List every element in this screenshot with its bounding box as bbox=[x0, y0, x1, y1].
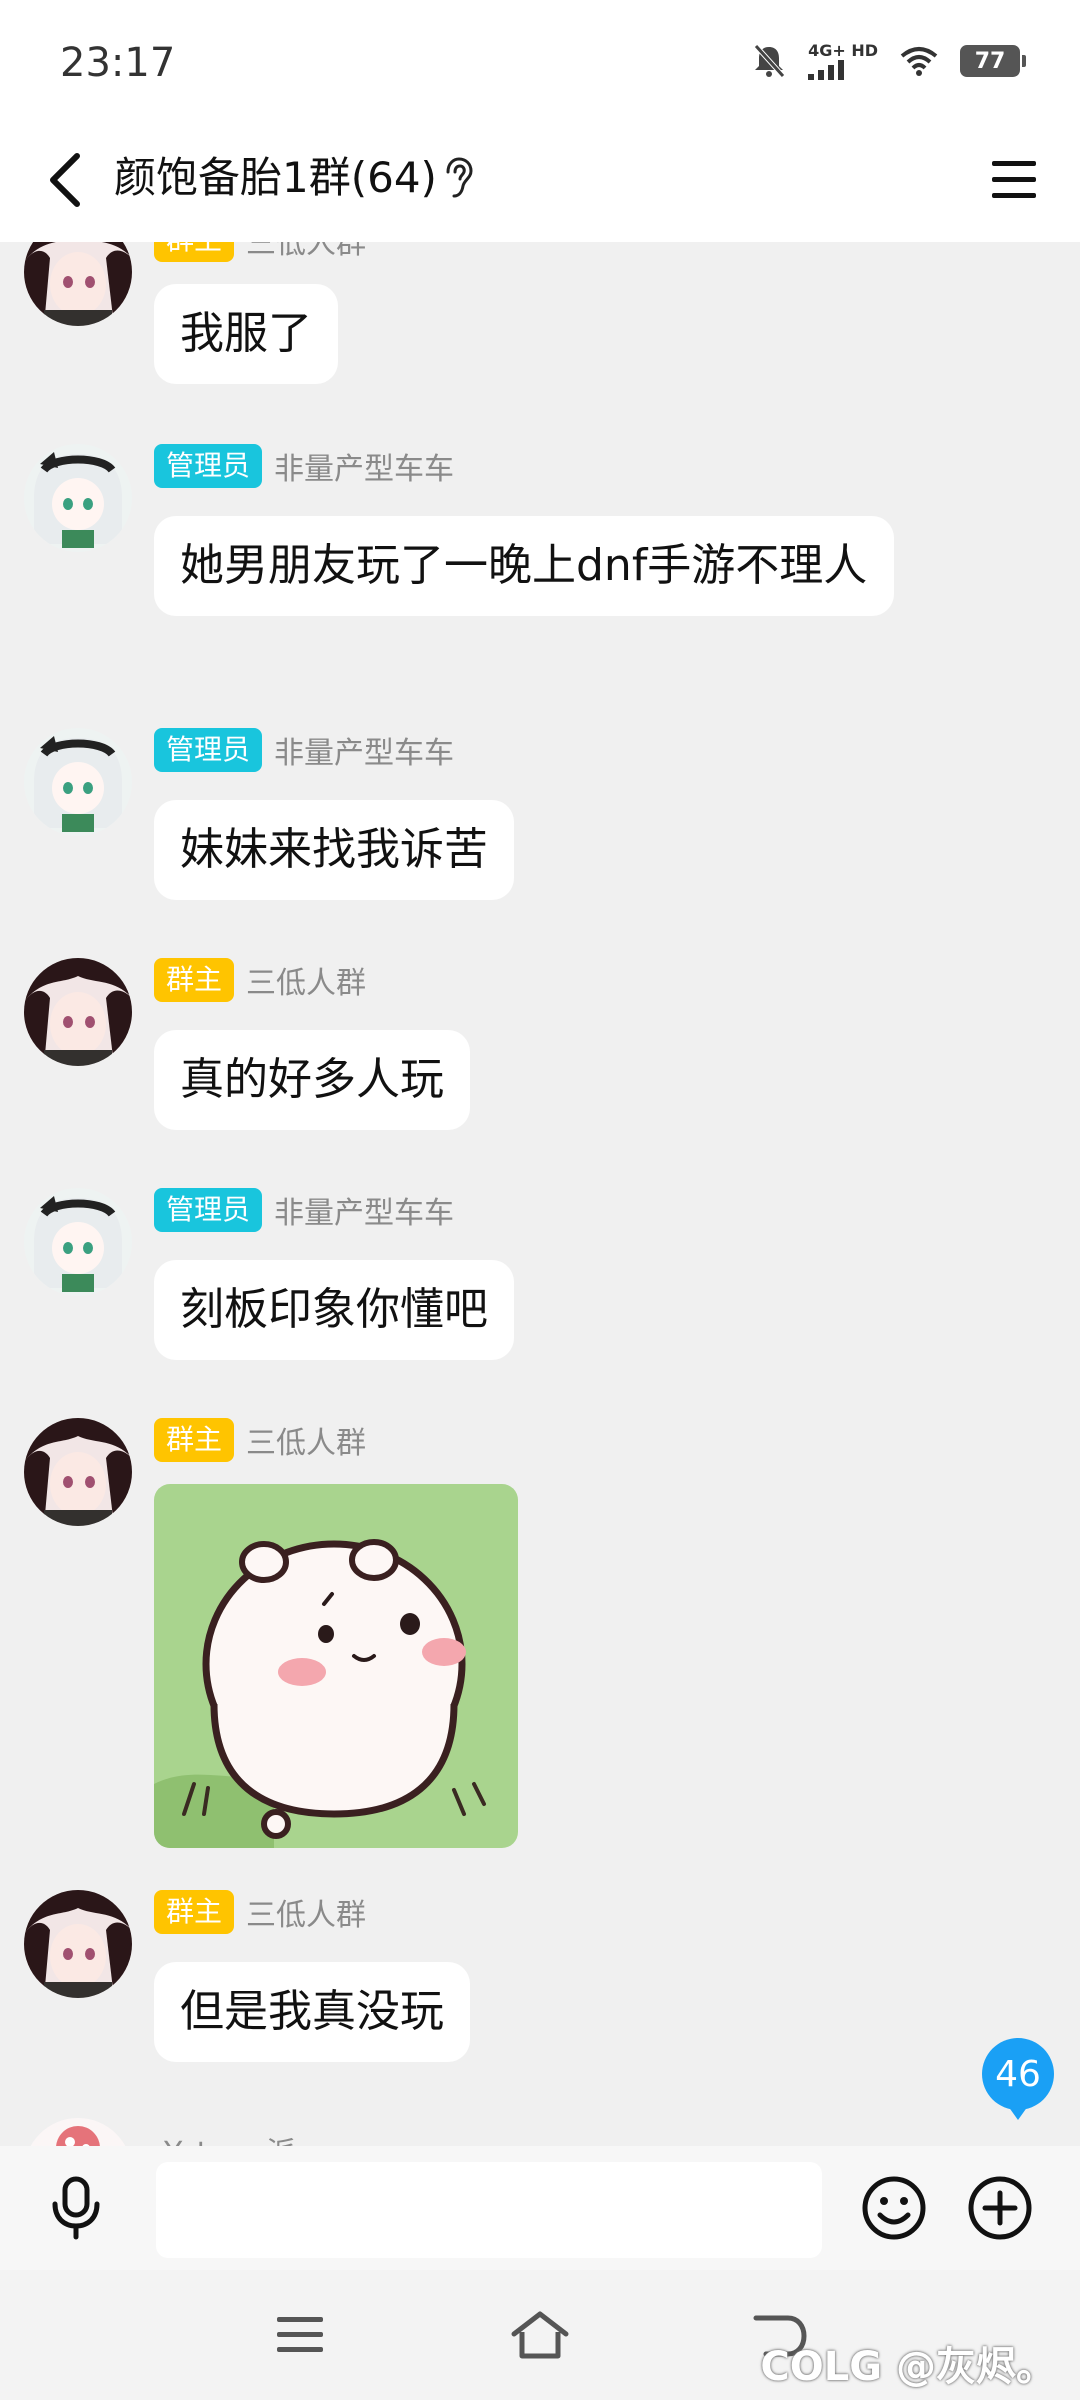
sender-name[interactable]: 三低人群 bbox=[246, 242, 366, 262]
emoji-icon bbox=[862, 2176, 926, 2240]
watermark-text: @灰烬。 bbox=[896, 2344, 1056, 2390]
nav-home-button[interactable] bbox=[500, 2300, 580, 2370]
message-meta: 管理员 非量产型车车 bbox=[154, 444, 454, 488]
message-meta: 群主 三低人群 bbox=[154, 1418, 366, 1462]
avatar[interactable] bbox=[24, 1188, 132, 1296]
signal-icon bbox=[808, 60, 845, 80]
mute-bell-icon bbox=[754, 44, 785, 78]
status-time: 23:17 bbox=[60, 40, 176, 86]
nav-menu-button[interactable] bbox=[260, 2300, 340, 2370]
emoji-button[interactable] bbox=[856, 2170, 932, 2246]
sender-name[interactable]: 非量产型车车 bbox=[274, 728, 454, 772]
admin-badge: 管理员 bbox=[154, 444, 263, 488]
wifi-icon bbox=[900, 47, 938, 76]
owner-badge: 群主 bbox=[154, 242, 235, 262]
avatar[interactable] bbox=[24, 1418, 132, 1526]
admin-badge: 管理员 bbox=[154, 728, 263, 772]
message-input[interactable] bbox=[156, 2162, 822, 2258]
hamster-sticker[interactable] bbox=[154, 1484, 518, 1848]
message-meta: 管理员 非量产型车车 bbox=[154, 1188, 454, 1232]
message-meta: Yatoro 派 bbox=[164, 2128, 296, 2146]
owner-badge: 群主 bbox=[154, 1890, 235, 1934]
avatar[interactable] bbox=[24, 2118, 132, 2146]
chat-header: 颜饱备胎1群(64) bbox=[0, 118, 1080, 242]
message-bubble[interactable]: 她男朋友玩了一晚上dnf手游不理人 bbox=[154, 516, 894, 616]
nav-home-icon bbox=[511, 2311, 569, 2359]
menu-icon bbox=[992, 161, 1036, 198]
avatar[interactable] bbox=[24, 444, 132, 552]
plus-icon bbox=[968, 2176, 1032, 2240]
sender-name[interactable]: 非量产型车车 bbox=[274, 444, 454, 488]
avatar[interactable] bbox=[24, 728, 132, 836]
back-icon bbox=[50, 153, 80, 207]
network-type: 4G+ HD bbox=[808, 41, 878, 60]
message-bubble[interactable]: 刻板印象你懂吧 bbox=[154, 1260, 514, 1360]
sender-name[interactable]: Yatoro 派 bbox=[164, 2128, 296, 2146]
plus-button[interactable] bbox=[962, 2170, 1038, 2246]
system-nav-bar: COLG @灰烬。 bbox=[0, 2270, 1080, 2400]
message-bubble[interactable]: 但是我真没玩 bbox=[154, 1962, 470, 2062]
voice-button[interactable] bbox=[40, 2172, 112, 2244]
battery-indicator: 77 bbox=[960, 45, 1026, 77]
input-bar bbox=[0, 2146, 1080, 2270]
avatar[interactable] bbox=[24, 958, 132, 1066]
watermark-logo: COLG bbox=[760, 2344, 883, 2390]
sender-name[interactable]: 三低人群 bbox=[246, 958, 366, 1002]
message-bubble[interactable]: 妹妹来找我诉苦 bbox=[154, 800, 514, 900]
status-icons: 4G+ HD 77 bbox=[752, 42, 1026, 80]
message-meta: 群主 三低人群 bbox=[154, 242, 366, 262]
sender-name[interactable]: 三低人群 bbox=[246, 1890, 366, 1934]
message-meta: 群主 三低人群 bbox=[154, 1890, 366, 1934]
owner-badge: 群主 bbox=[154, 1418, 235, 1462]
message-bubble[interactable]: 真的好多人玩 bbox=[154, 1030, 470, 1130]
unread-count-badge[interactable]: 46 bbox=[982, 2038, 1054, 2120]
message-bubble[interactable]: 我服了 bbox=[154, 284, 338, 384]
sender-name[interactable]: 三低人群 bbox=[246, 1418, 366, 1462]
microphone-icon bbox=[52, 2176, 100, 2240]
avatar[interactable] bbox=[24, 242, 132, 326]
status-bar: 23:17 4G+ HD 77 bbox=[0, 0, 1080, 118]
ear-icon[interactable] bbox=[440, 156, 476, 200]
nav-menu-icon bbox=[277, 2317, 323, 2352]
owner-badge: 群主 bbox=[154, 958, 235, 1002]
message-meta: 管理员 非量产型车车 bbox=[154, 728, 454, 772]
menu-button[interactable] bbox=[982, 148, 1046, 212]
admin-badge: 管理员 bbox=[154, 1188, 263, 1232]
back-button[interactable] bbox=[30, 142, 100, 218]
watermark: COLG @灰烬。 bbox=[760, 2334, 1056, 2392]
cellular-signal: 4G+ HD bbox=[808, 42, 878, 80]
avatar[interactable] bbox=[24, 1890, 132, 1998]
chat-messages[interactable]: 群主 三低人群 我服了 管理员 非量产型车车 她男朋友玩了一晚上dnf手游不理人… bbox=[0, 242, 1080, 2146]
message-meta: 群主 三低人群 bbox=[154, 958, 366, 1002]
sender-name[interactable]: 非量产型车车 bbox=[274, 1188, 454, 1232]
chat-title[interactable]: 颜饱备胎1群(64) bbox=[114, 148, 437, 208]
